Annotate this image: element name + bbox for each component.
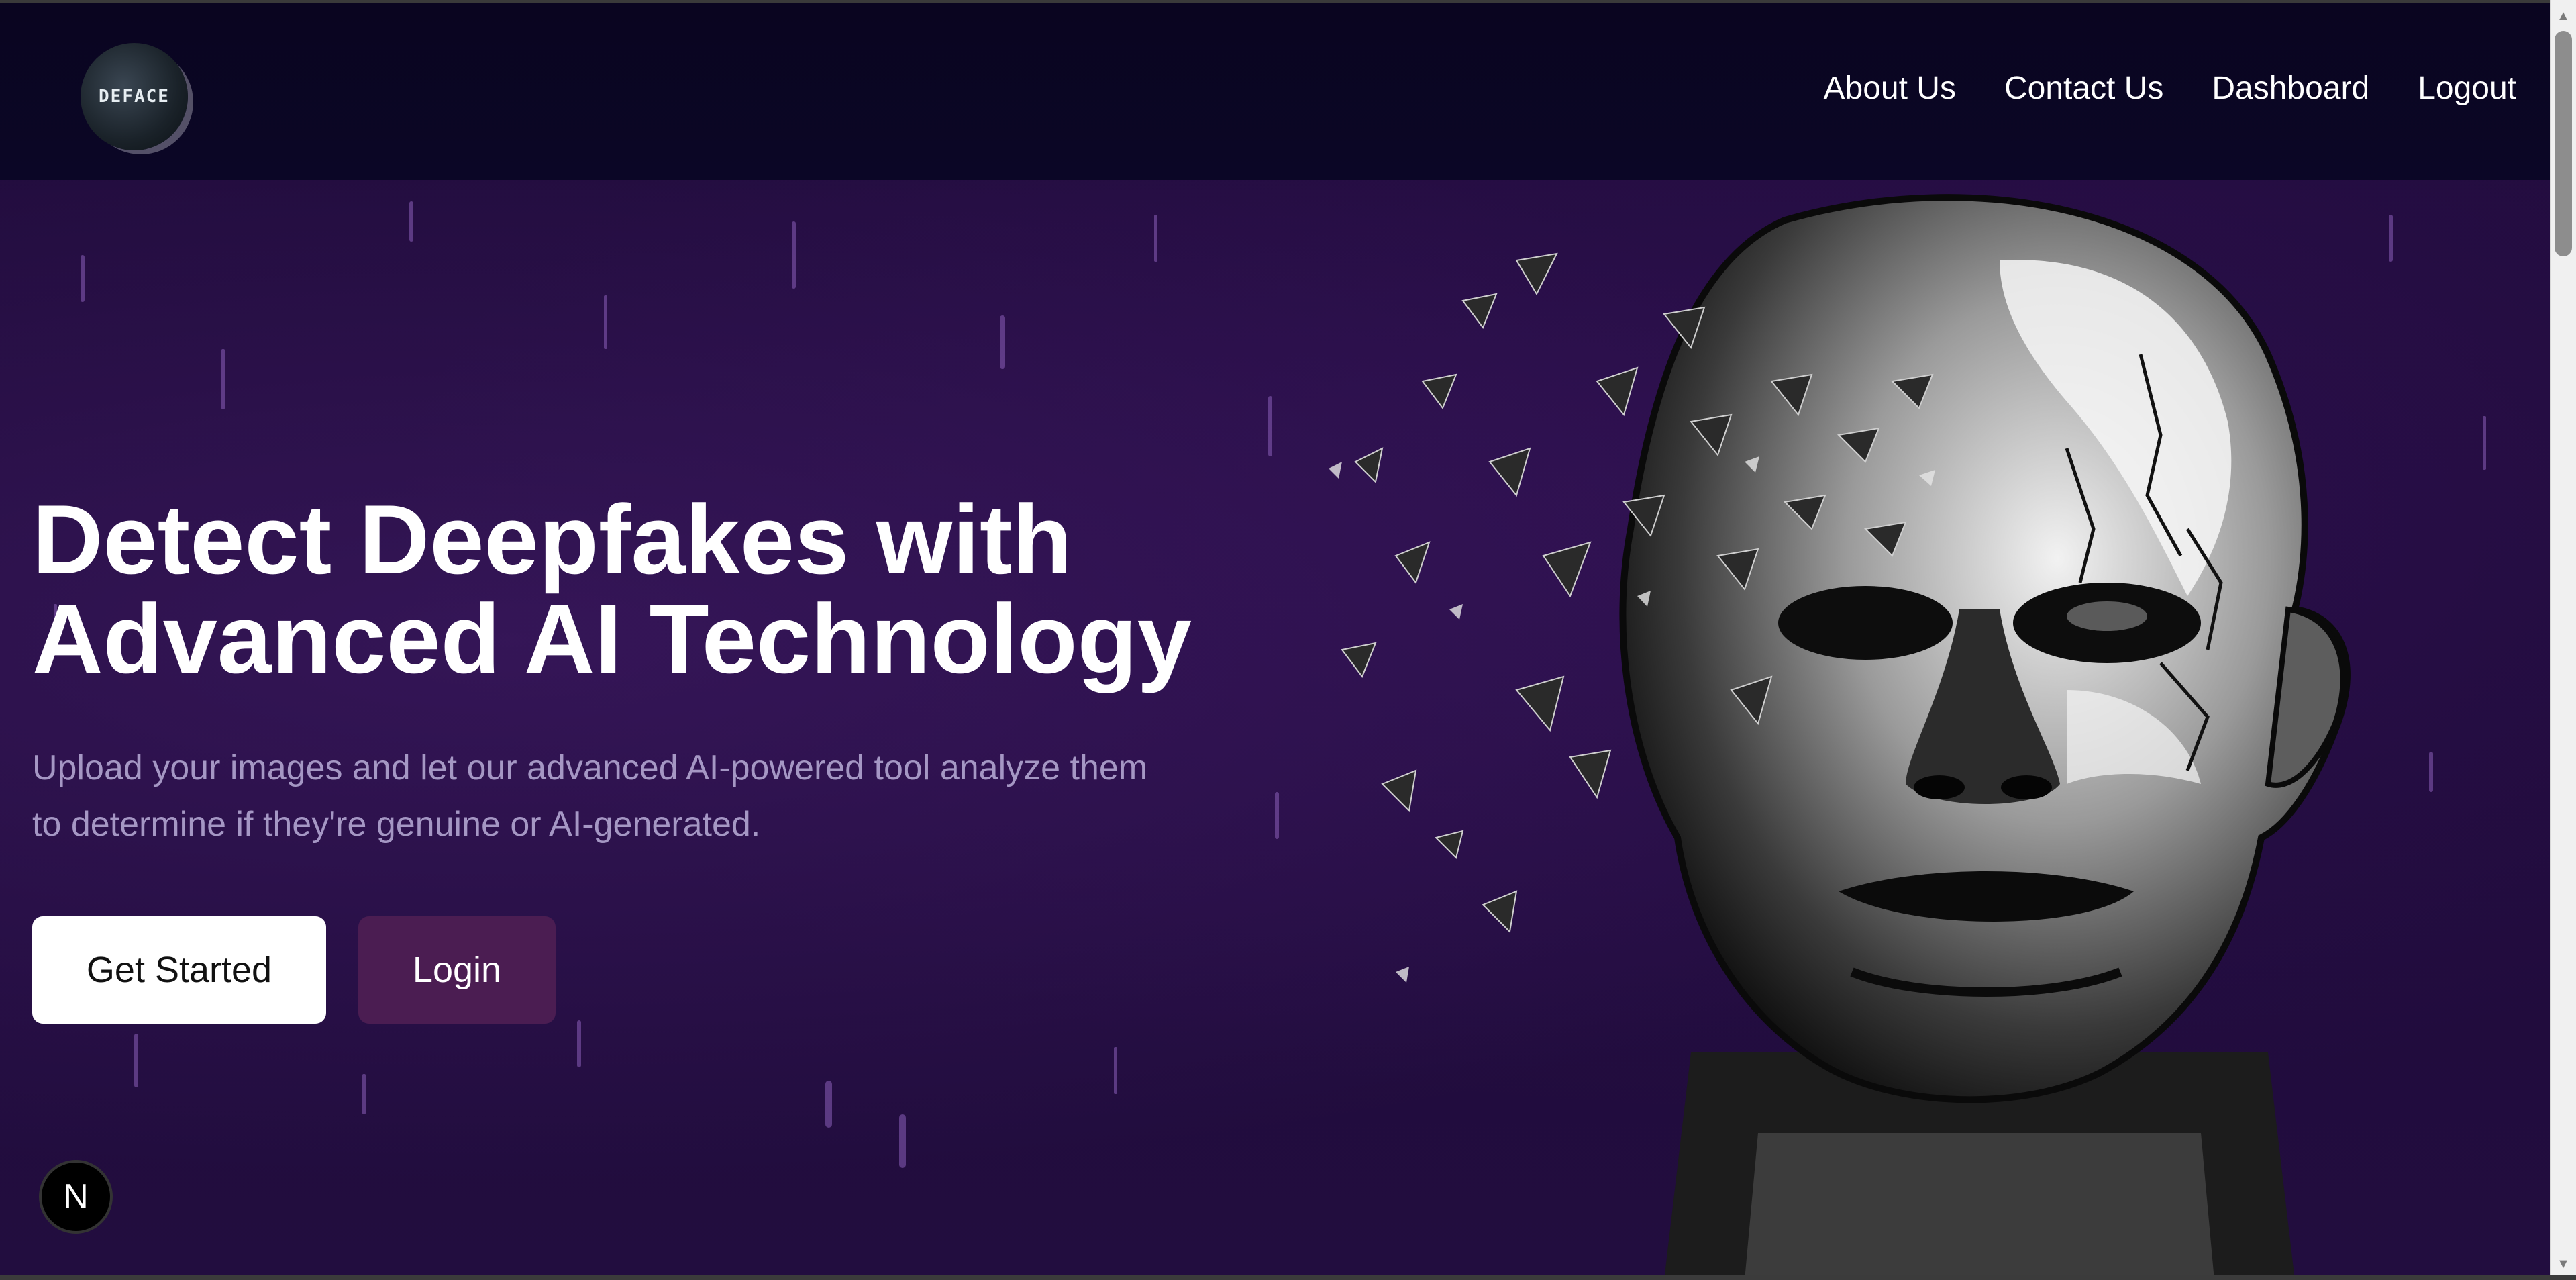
scroll-up-arrow-icon[interactable]: ▲	[2551, 4, 2576, 28]
next-logo-icon[interactable]: N	[39, 1160, 113, 1234]
hero-title-line-2: Advanced AI Technology	[32, 584, 1192, 693]
nav-contact-us[interactable]: Contact Us	[2004, 70, 2163, 107]
nav-about-us[interactable]: About Us	[1824, 70, 1956, 107]
hero-subtitle-line-1: Upload your images and let our advanced …	[32, 748, 1148, 787]
nav-dashboard[interactable]: Dashboard	[2212, 70, 2369, 107]
scroll-down-arrow-icon[interactable]: ▼	[2551, 1252, 2576, 1276]
scrollbar-thumb[interactable]	[2555, 31, 2572, 256]
nav-logout[interactable]: Logout	[2418, 70, 2516, 107]
login-button[interactable]: Login	[358, 916, 556, 1024]
deface-logo-icon[interactable]: DEFACE	[81, 43, 188, 150]
get-started-button[interactable]: Get Started	[32, 916, 326, 1024]
badge-label: N	[63, 1177, 89, 1216]
vertical-scrollbar[interactable]: ▲ ▼	[2550, 0, 2576, 1280]
hero-title-line-1: Detect Deepfakes with	[32, 485, 1072, 594]
shattering-head-illustration	[1329, 194, 2351, 1280]
window-bottom-edge	[0, 1275, 2576, 1280]
site-header: DEFACE About Us Contact Us Dashboard Log…	[0, 0, 2550, 180]
main-nav: About Us Contact Us Dashboard Logout	[1824, 70, 2517, 107]
hero-title: Detect Deepfakes with Advanced AI Techno…	[32, 490, 1307, 689]
hero-subtitle: Upload your images and let our advanced …	[32, 740, 1321, 852]
browser-viewport: DEFACE About Us Contact Us Dashboard Log…	[0, 0, 2550, 1280]
logo-text: DEFACE	[99, 87, 170, 107]
hero-subtitle-line-2: to determine if they're genuine or AI-ge…	[32, 805, 761, 844]
